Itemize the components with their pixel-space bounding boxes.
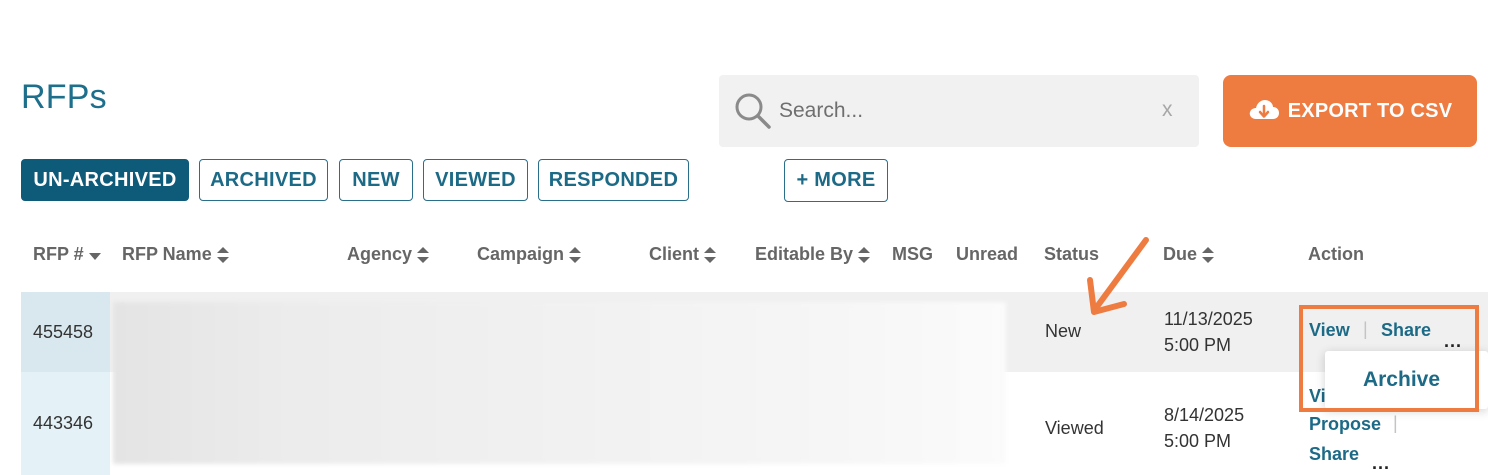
column-client[interactable]: Client — [649, 244, 717, 265]
column-label: Due — [1163, 244, 1198, 264]
propose-link[interactable]: Propose — [1309, 414, 1381, 435]
column-label: Agency — [347, 244, 413, 264]
cloud-download-icon — [1249, 100, 1279, 119]
due-date-cell: 8/14/2025 — [1164, 405, 1245, 425]
filter-viewed-button[interactable]: VIEWED — [423, 159, 528, 201]
filter-archived-button[interactable]: ARCHIVED — [199, 159, 328, 201]
share-link[interactable]: Share — [1381, 320, 1431, 341]
more-actions-button[interactable]: ... — [1372, 453, 1390, 474]
column-label: Unread — [956, 244, 1019, 264]
view-link[interactable]: View — [1309, 320, 1350, 341]
archive-menu-item[interactable]: Archive — [1363, 368, 1440, 392]
action-separator: | — [1363, 319, 1368, 339]
sort-icon — [1202, 246, 1215, 263]
column-label: Editable By — [755, 244, 854, 264]
page-title: RFPs — [21, 78, 107, 116]
column-label: RFP # — [33, 244, 84, 264]
column-campaign[interactable]: Campaign — [477, 244, 582, 265]
column-label: Client — [649, 244, 700, 264]
rfp-number-cell: 443346 — [21, 372, 110, 475]
column-rfp-number[interactable]: RFP # — [33, 244, 101, 265]
column-label: RFP Name — [122, 244, 212, 264]
sort-icon — [704, 246, 717, 263]
redacted-content — [113, 302, 1006, 464]
export-csv-button[interactable]: EXPORT TO CSV — [1223, 75, 1477, 147]
share-link[interactable]: Share — [1309, 444, 1359, 465]
filter-un-archived-button[interactable]: UN-ARCHIVED — [21, 159, 189, 201]
status-cell: Viewed — [1045, 418, 1104, 438]
status-cell: New — [1045, 321, 1082, 341]
sort-icon — [569, 246, 582, 263]
filter-more-button[interactable]: + MORE — [784, 159, 888, 202]
column-rfp-name[interactable]: RFP Name — [122, 244, 229, 265]
column-unread: Unread — [956, 244, 1018, 265]
sort-icon — [216, 246, 229, 263]
column-status: Status — [1044, 244, 1099, 265]
search-icon — [735, 93, 771, 129]
due-time-cell: 5:00 PM — [1164, 431, 1232, 451]
rfp-number-cell: 455458 — [21, 292, 110, 372]
column-label: MSG — [892, 244, 934, 264]
view-link[interactable]: Vi — [1309, 386, 1326, 407]
column-label: Campaign — [477, 244, 565, 264]
caret-down-icon — [88, 252, 101, 260]
export-csv-label: EXPORT TO CSV — [1287, 99, 1453, 122]
column-agency[interactable]: Agency — [347, 244, 430, 265]
sort-icon — [417, 246, 430, 263]
column-action: Action — [1308, 244, 1364, 265]
more-actions-button[interactable]: ... — [1444, 331, 1462, 352]
column-label: Status — [1044, 244, 1100, 264]
column-editable-by[interactable]: Editable By — [755, 244, 871, 265]
actions-dropdown-menu: Archive — [1325, 351, 1488, 409]
column-label: Action — [1308, 244, 1364, 264]
due-time-cell: 5:00 PM — [1164, 335, 1232, 355]
filter-new-button[interactable]: NEW — [339, 159, 413, 201]
column-msg: MSG — [892, 244, 933, 265]
search-box[interactable]: x — [719, 75, 1199, 147]
action-separator: | — [1393, 413, 1398, 433]
sort-icon — [858, 246, 871, 263]
filter-responded-button[interactable]: RESPONDED — [538, 159, 689, 201]
due-date-cell: 11/13/2025 — [1164, 309, 1253, 329]
column-due[interactable]: Due — [1163, 244, 1215, 265]
search-clear-button[interactable]: x — [1162, 98, 1173, 122]
search-input[interactable] — [779, 89, 1149, 133]
